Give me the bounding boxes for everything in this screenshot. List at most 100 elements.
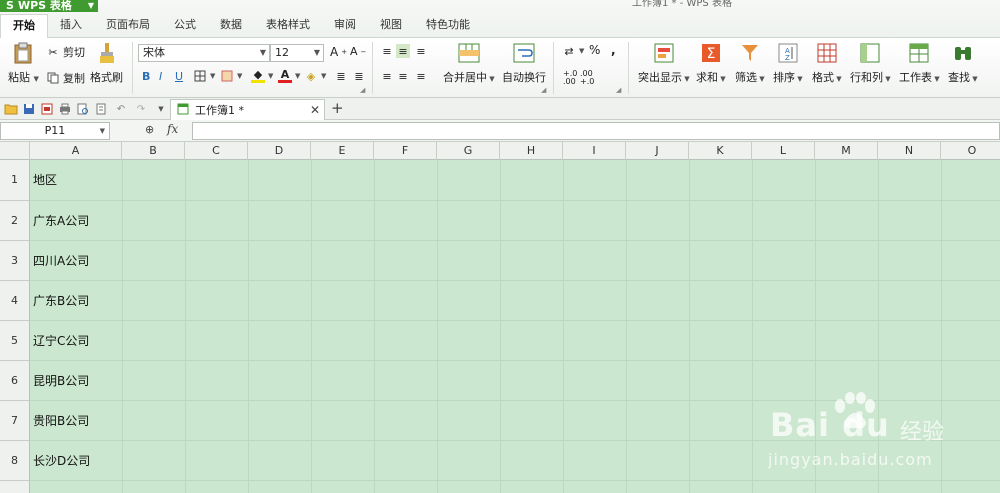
save-icon[interactable] xyxy=(22,102,36,116)
undo-icon[interactable]: ↶ xyxy=(114,102,128,116)
column-header[interactable]: I xyxy=(563,142,626,160)
worksheet-button[interactable]: 工作表 ▼ xyxy=(899,42,940,85)
sum-button[interactable]: Σ 求和 ▼ xyxy=(696,42,726,85)
column-header[interactable]: N xyxy=(878,142,941,160)
cell-a1[interactable]: 地区 xyxy=(31,160,121,200)
decrease-indent-button[interactable]: ≣ xyxy=(334,69,348,83)
row-header[interactable] xyxy=(0,481,30,493)
row-header[interactable]: 7 xyxy=(0,401,30,441)
row-col-button[interactable]: 行和列 ▼ xyxy=(850,42,891,85)
underline-button[interactable]: U xyxy=(175,70,183,83)
column-header[interactable]: F xyxy=(374,142,437,160)
document-tab[interactable]: 工作簿1 * ✕ xyxy=(170,99,325,120)
column-header[interactable]: A xyxy=(30,142,122,160)
column-header[interactable]: B xyxy=(122,142,185,160)
format-painter-button[interactable]: 格式刷 xyxy=(90,42,123,85)
tab-data[interactable]: 数据 xyxy=(208,14,254,38)
cell-a8[interactable]: 长沙D公司 xyxy=(31,441,121,481)
open-folder-icon[interactable] xyxy=(4,102,18,116)
column-header[interactable]: G xyxy=(437,142,500,160)
cell-a3[interactable]: 四川A公司 xyxy=(31,241,121,281)
tab-table-style[interactable]: 表格样式 xyxy=(254,14,322,38)
customize-toolbar-icon[interactable]: ▼ xyxy=(154,102,168,116)
copy-button[interactable]: 复制 xyxy=(46,70,85,86)
tab-home[interactable]: 开始 xyxy=(0,14,48,38)
name-box[interactable]: P11 ▼ xyxy=(0,122,110,140)
new-tab-icon[interactable]: + xyxy=(331,99,344,117)
row-header[interactable]: 3 xyxy=(0,241,30,281)
filter-button[interactable]: 筛选 ▼ xyxy=(735,42,765,85)
font-size-select[interactable]: 12 ▼ xyxy=(270,44,324,62)
clear-format-button[interactable]: ◈ ▼ xyxy=(304,69,327,83)
cut-button[interactable]: ✂ 剪切 xyxy=(46,44,85,60)
font-dialog-launcher-icon[interactable]: ◢ xyxy=(360,86,365,94)
row-header[interactable]: 5 xyxy=(0,321,30,361)
increase-decimal-button[interactable]: +.0 .00 xyxy=(563,70,579,86)
tab-formulas[interactable]: 公式 xyxy=(162,14,208,38)
italic-button[interactable]: I xyxy=(159,70,162,83)
print-icon[interactable] xyxy=(58,102,72,116)
comma-button[interactable]: , xyxy=(611,43,616,57)
tab-insert[interactable]: 插入 xyxy=(48,14,94,38)
sort-button[interactable]: AZ 排序 ▼ xyxy=(773,42,803,85)
alignment-dialog-launcher-icon[interactable]: ◢ xyxy=(541,86,546,94)
column-header[interactable]: O xyxy=(941,142,1000,160)
align-top-button[interactable]: ≡ xyxy=(380,44,394,58)
percent-button[interactable]: % xyxy=(589,43,600,57)
column-header[interactable]: M xyxy=(815,142,878,160)
select-all-corner[interactable] xyxy=(0,142,30,160)
column-header[interactable]: D xyxy=(248,142,311,160)
merge-center-button[interactable]: 合并居中 ▼ xyxy=(443,42,495,85)
redo-icon[interactable]: ↷ xyxy=(134,102,148,116)
page-preview-icon[interactable] xyxy=(94,102,108,116)
column-header[interactable]: L xyxy=(752,142,815,160)
row-header[interactable]: 4 xyxy=(0,281,30,321)
number-format-button[interactable]: ⇄ ▼ xyxy=(562,44,584,58)
fx-icon[interactable]: fx xyxy=(167,122,178,136)
row-header[interactable]: 6 xyxy=(0,361,30,401)
cell-a5[interactable]: 辽宁C公司 xyxy=(31,321,121,361)
border-button[interactable]: ▼ xyxy=(193,69,215,83)
cell-style-button[interactable]: ▼ xyxy=(220,69,242,83)
format-button[interactable]: 格式 ▼ xyxy=(812,42,842,85)
row-header[interactable]: 1 xyxy=(0,160,30,201)
app-menu-button[interactable]: S WPS 表格 ▼ xyxy=(0,0,98,12)
cell-a7[interactable]: 贵阳B公司 xyxy=(31,401,121,441)
decrease-decimal-button[interactable]: .00 +.0 xyxy=(580,70,596,86)
tab-special[interactable]: 特色功能 xyxy=(414,14,482,38)
highlight-button[interactable]: 突出显示 ▼ xyxy=(638,42,690,85)
find-button[interactable]: 查找 ▼ xyxy=(948,42,978,85)
grow-font-button[interactable]: A + xyxy=(330,45,347,59)
column-header[interactable]: E xyxy=(311,142,374,160)
pdf-icon[interactable] xyxy=(40,102,54,116)
formula-input[interactable] xyxy=(192,122,1000,140)
paste-button[interactable]: 粘贴 ▼ xyxy=(8,42,39,85)
cell-a4[interactable]: 广东B公司 xyxy=(31,281,121,321)
align-right-button[interactable]: ≡ xyxy=(414,69,428,83)
font-name-select[interactable]: 宋体 ▼ xyxy=(138,44,270,62)
tab-review[interactable]: 审阅 xyxy=(322,14,368,38)
row-header[interactable]: 8 xyxy=(0,441,30,481)
zoom-icon[interactable]: ⊕ xyxy=(145,123,154,136)
align-bottom-button[interactable]: ≡ xyxy=(414,44,428,58)
increase-indent-button[interactable]: ≣ xyxy=(352,69,366,83)
column-header[interactable]: J xyxy=(626,142,689,160)
column-header[interactable]: C xyxy=(185,142,248,160)
cell-a2[interactable]: 广东A公司 xyxy=(31,201,121,241)
align-left-button[interactable]: ≡ xyxy=(380,69,394,83)
number-dialog-launcher-icon[interactable]: ◢ xyxy=(616,86,621,94)
column-header[interactable]: K xyxy=(689,142,752,160)
cell-a6[interactable]: 昆明B公司 xyxy=(31,361,121,401)
row-header[interactable]: 2 xyxy=(0,201,30,241)
auto-wrap-button[interactable]: 自动换行 xyxy=(502,42,546,85)
tab-page-layout[interactable]: 页面布局 xyxy=(94,14,162,38)
font-color-button[interactable]: A ▼ xyxy=(278,68,300,83)
shrink-font-button[interactable]: A − xyxy=(350,45,366,58)
align-middle-button[interactable]: ≡ xyxy=(396,44,410,58)
bold-button[interactable]: B xyxy=(142,70,150,83)
align-center-button[interactable]: ≡ xyxy=(396,69,410,83)
fill-color-button[interactable]: ◆ ▼ xyxy=(251,68,273,83)
column-header[interactable]: H xyxy=(500,142,563,160)
close-icon[interactable]: ✕ xyxy=(310,103,320,117)
print-preview-icon[interactable] xyxy=(76,102,90,116)
